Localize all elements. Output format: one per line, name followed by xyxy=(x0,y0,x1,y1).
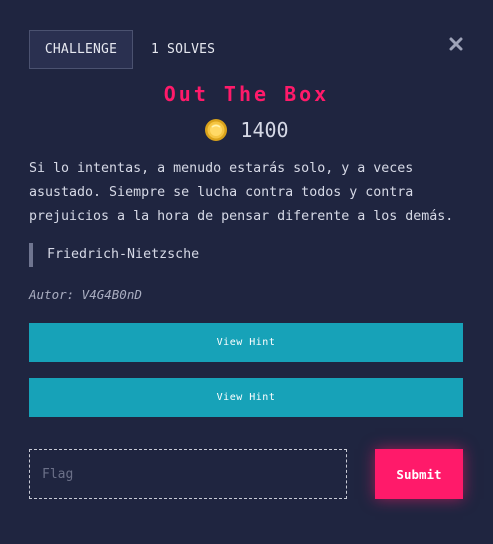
modal-tabs: CHALLENGE 1 SOLVES xyxy=(29,30,215,69)
view-hint-button-2[interactable]: View Hint xyxy=(29,378,463,417)
coin-icon xyxy=(204,118,228,142)
challenge-points: 1400 xyxy=(240,118,289,142)
tab-solves[interactable]: 1 SOLVES xyxy=(151,42,215,57)
challenge-author: Autor: V4G4B0nD xyxy=(29,287,142,302)
submit-button[interactable]: Submit xyxy=(375,449,463,499)
view-hint-button-1[interactable]: View Hint xyxy=(29,323,463,362)
close-icon[interactable] xyxy=(448,36,464,52)
challenge-title: Out The Box xyxy=(163,82,330,106)
challenge-description: Si lo intentas, a menudo estarás solo, y… xyxy=(29,161,454,224)
quote-block: Friedrich-Nietzsche xyxy=(29,243,199,267)
challenge-value-row: 1400 xyxy=(0,118,493,142)
tab-challenge[interactable]: CHALLENGE xyxy=(29,30,133,69)
flag-input[interactable] xyxy=(29,449,347,499)
